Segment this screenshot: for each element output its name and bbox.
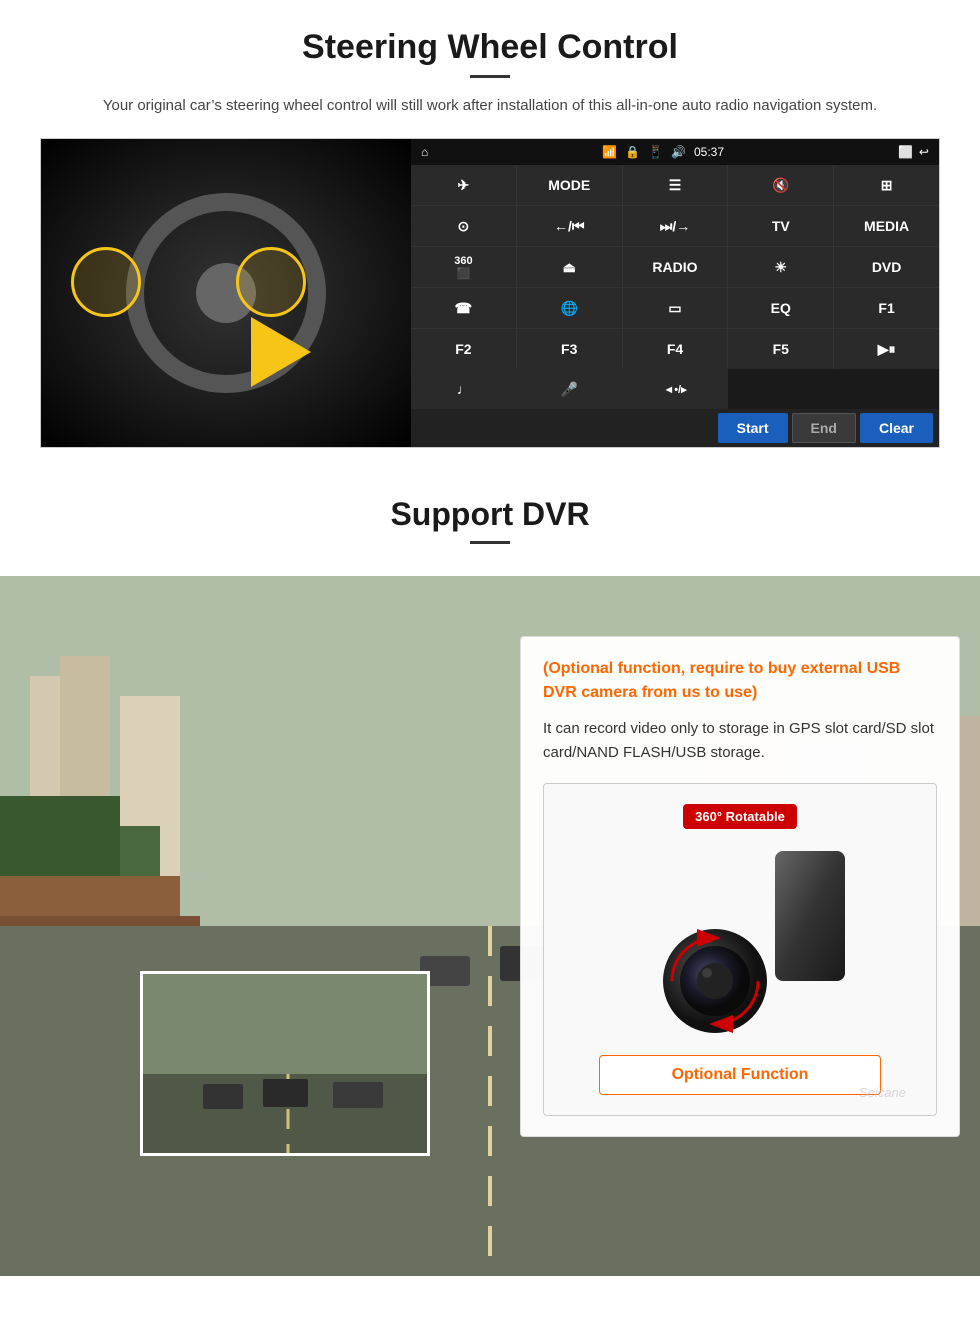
dashcam-scene [143, 974, 430, 1156]
btn-browser[interactable]: 🌐 [517, 288, 622, 328]
dvr-content: (Optional function, require to buy exter… [0, 576, 980, 1276]
highlight-left [71, 247, 141, 317]
bottom-bar: Start End Clear [411, 409, 939, 447]
bluetooth-icon: 🔊 [671, 145, 686, 159]
steering-title: Steering Wheel Control [40, 28, 940, 67]
btn-f1[interactable]: F1 [834, 288, 939, 328]
btn-brightness[interactable]: ☀ [728, 247, 833, 287]
btn-prev[interactable]: ←/⏮ [517, 206, 622, 246]
btn-play-pause[interactable]: ▶⏸ [834, 329, 939, 369]
steering-section: Steering Wheel Control Your original car… [0, 0, 980, 468]
title-divider [470, 75, 510, 78]
camera-visual [620, 841, 860, 1041]
btn-f4[interactable]: F4 [623, 329, 728, 369]
btn-nav[interactable]: ✈ [411, 165, 516, 205]
btn-mic[interactable]: 🎤 [517, 369, 623, 409]
btn-next[interactable]: ⏭/→ [623, 206, 728, 246]
btn-menu[interactable]: ☰ [623, 165, 728, 205]
btn-360[interactable]: 360⬛ [411, 247, 516, 287]
seicane-watermark: Seicane [859, 1085, 906, 1100]
end-button[interactable]: End [792, 413, 856, 443]
btn-tv[interactable]: TV [728, 206, 833, 246]
direction-arrow [251, 317, 311, 387]
btn-vol-dir[interactable]: ◄•/▸ [622, 369, 728, 409]
dvr-desc-text: It can record video only to storage in G… [543, 717, 937, 765]
cam-badge: 360° Rotatable [683, 804, 797, 829]
btn-music[interactable]: ♩ [411, 369, 517, 409]
btn-f5[interactable]: F5 [728, 329, 833, 369]
status-bar: ⌂ 📶 🔒 📱 🔊 05:37 ⬜ ↩ [411, 139, 939, 165]
dvr-title: Support DVR [40, 496, 940, 533]
steering-image-area: ⌂ 📶 🔒 📱 🔊 05:37 ⬜ ↩ ✈ MODE [40, 138, 940, 448]
dvr-header: Support DVR [0, 468, 980, 576]
start-button[interactable]: Start [718, 413, 788, 443]
back-icon: ↩ [919, 145, 929, 159]
steering-description: Your original car’s steering wheel contr… [90, 94, 890, 118]
btn-f2[interactable]: F2 [411, 329, 516, 369]
camera-svg [620, 841, 860, 1041]
dvr-info-panel: (Optional function, require to buy exter… [520, 636, 960, 1137]
dvr-section: Support DVR [0, 468, 980, 1276]
btn-mirror[interactable]: ▭ [623, 288, 728, 328]
btn-eject[interactable]: ⏏ [517, 247, 622, 287]
dvr-optional-text: (Optional function, require to buy exter… [543, 657, 937, 705]
ui-panel: ⌂ 📶 🔒 📱 🔊 05:37 ⬜ ↩ ✈ MODE [411, 139, 939, 447]
btn-mute[interactable]: 🔇 [728, 165, 833, 205]
status-right: ⬜ ↩ [898, 145, 929, 159]
wifi-icon: 📶 [602, 145, 617, 159]
status-center: 📶 🔒 📱 🔊 05:37 [602, 145, 724, 159]
highlight-right [236, 247, 306, 317]
lock-icon: 🔒 [625, 145, 640, 159]
window-icon: ⬜ [898, 145, 913, 159]
btn-radio[interactable]: RADIO [623, 247, 728, 287]
clear-button[interactable]: Clear [860, 413, 933, 443]
btn-dvd[interactable]: DVD [834, 247, 939, 287]
dashcam-inset-photo [140, 971, 430, 1156]
button-grid: ✈ MODE ☰ 🔇 ⊞ ⊙ ←/⏮ ⏭/→ TV MEDIA 360⬛ ⏏ R… [411, 165, 939, 369]
optional-function-button[interactable]: Optional Function [599, 1055, 881, 1095]
btn-mode[interactable]: MODE [517, 165, 622, 205]
button-row-partial: ♩ 🎤 ◄•/▸ [411, 369, 939, 409]
clock-display: 05:37 [694, 145, 724, 159]
btn-f3[interactable]: F3 [517, 329, 622, 369]
btn-media[interactable]: MEDIA [834, 206, 939, 246]
dvr-divider [470, 541, 510, 544]
status-left: ⌂ [421, 145, 428, 159]
btn-eq[interactable]: EQ [728, 288, 833, 328]
btn-settings[interactable]: ⊙ [411, 206, 516, 246]
home-icon: ⌂ [421, 145, 428, 159]
camera-image-box: 360° Rotatable [543, 783, 937, 1116]
btn-phone[interactable]: ☎ [411, 288, 516, 328]
sim-icon: 📱 [648, 145, 663, 159]
steering-photo [41, 139, 411, 447]
btn-dots[interactable]: ⊞ [834, 165, 939, 205]
empty-spacer [728, 369, 939, 409]
